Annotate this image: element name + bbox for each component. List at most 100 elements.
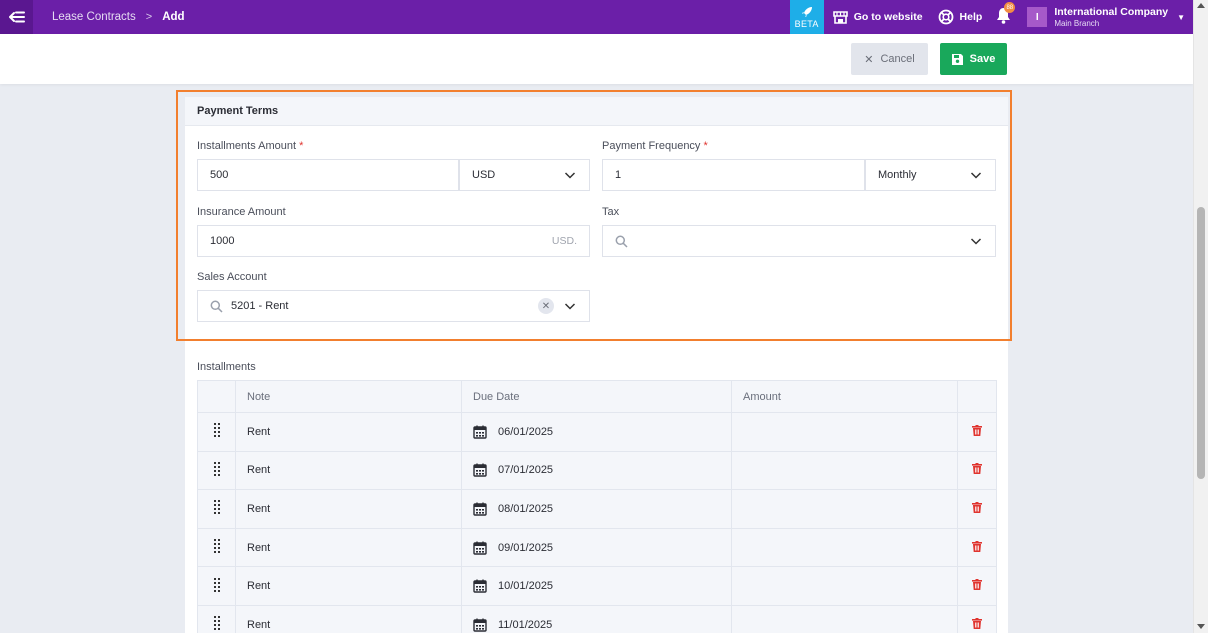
payment-frequency-label: Payment Frequency *	[602, 140, 708, 152]
scroll-up-arrow-icon[interactable]	[1197, 3, 1205, 8]
currency-suffix: USD.	[551, 235, 577, 247]
due-date-cell[interactable]: 07/01/2025	[461, 450, 732, 491]
section-title: Payment Terms	[185, 97, 1008, 126]
table-row: Rent 08/01/2025	[197, 489, 997, 529]
note-value: Rent	[247, 618, 271, 631]
currency-value: USD	[472, 169, 496, 181]
table-row: Rent 11/01/2025	[197, 604, 997, 633]
column-header-note: Note	[235, 380, 462, 413]
calendar-icon	[473, 618, 498, 632]
help-link[interactable]: Help	[938, 9, 982, 25]
drag-handle-icon[interactable]	[197, 566, 236, 606]
scrollbar-thumb[interactable]	[1197, 207, 1205, 479]
calendar-icon	[473, 579, 498, 593]
note-cell[interactable]: Rent	[235, 566, 462, 606]
drag-handle-icon[interactable]	[197, 450, 236, 491]
beta-button[interactable]: BETA	[789, 0, 824, 34]
trash-icon	[972, 540, 982, 555]
note-value: Rent	[247, 464, 271, 477]
breadcrumb-lease-contracts[interactable]: Lease Contracts	[52, 11, 136, 23]
chevron-down-icon	[564, 172, 576, 179]
delete-row-button[interactable]	[957, 450, 997, 491]
branch-name: Main Branch	[1054, 19, 1100, 28]
calendar-icon	[473, 425, 498, 439]
clear-selection-icon[interactable]: ✕	[538, 298, 554, 314]
due-date-cell[interactable]: 11/01/2025	[461, 604, 732, 633]
notifications-button[interactable]: 88	[996, 2, 1016, 27]
currency-select[interactable]: USD	[459, 159, 590, 191]
payment-frequency-input[interactable]: 1	[602, 159, 865, 191]
floppy-disk-icon	[951, 53, 963, 65]
tax-select[interactable]	[602, 225, 996, 257]
amount-cell[interactable]	[731, 527, 958, 568]
scroll-down-arrow-icon[interactable]	[1197, 624, 1205, 629]
due-date-cell[interactable]: 06/01/2025	[461, 412, 732, 452]
search-icon	[615, 235, 628, 248]
drag-handle-icon[interactable]	[197, 527, 236, 568]
installments-amount-value: 500	[210, 169, 229, 181]
amount-cell[interactable]	[731, 604, 958, 633]
delete-row-button[interactable]	[957, 527, 997, 568]
drag-handle-icon[interactable]	[197, 604, 236, 633]
save-button[interactable]: Save	[940, 43, 1007, 75]
due-date-value: 10/01/2025	[498, 580, 554, 593]
trash-icon	[972, 501, 982, 516]
delete-row-button[interactable]	[957, 489, 997, 529]
company-switcher[interactable]: I International Company Main Branch ▼	[1027, 6, 1185, 28]
sales-account-select[interactable]: 5201 - Rent ✕	[197, 290, 590, 322]
page-scrollbar[interactable]	[1193, 0, 1208, 633]
note-cell[interactable]: Rent	[235, 604, 462, 633]
table-row: Rent 07/01/2025	[197, 450, 997, 491]
delete-row-button[interactable]	[957, 412, 997, 452]
due-date-value: 06/01/2025	[498, 425, 554, 438]
insurance-amount-input[interactable]: 1000 USD.	[197, 225, 590, 257]
note-value: Rent	[247, 580, 271, 593]
due-date-value: 07/01/2025	[498, 464, 554, 477]
chevron-down-icon	[970, 238, 982, 245]
due-date-cell[interactable]: 10/01/2025	[461, 566, 732, 606]
installments-amount-input[interactable]: 500	[197, 159, 459, 191]
go-to-website-link[interactable]: Go to website	[832, 10, 923, 24]
breadcrumb: Lease Contracts > Add	[52, 11, 185, 23]
due-date-cell[interactable]: 08/01/2025	[461, 489, 732, 529]
note-cell[interactable]: Rent	[235, 489, 462, 529]
breadcrumb-separator: >	[145, 11, 153, 23]
drag-handle-icon[interactable]	[197, 489, 236, 529]
note-value: Rent	[247, 425, 271, 438]
storefront-icon	[832, 10, 848, 24]
sales-account-label: Sales Account	[197, 271, 267, 283]
chevron-down-icon	[564, 303, 576, 310]
menu-toggle-button[interactable]	[0, 0, 33, 34]
note-cell[interactable]: Rent	[235, 412, 462, 452]
amount-cell[interactable]	[731, 412, 958, 452]
rocket-icon	[801, 6, 812, 17]
frequency-period-select[interactable]: Monthly	[865, 159, 996, 191]
column-header-amount: Amount	[731, 380, 958, 413]
amount-cell[interactable]	[731, 566, 958, 606]
note-cell[interactable]: Rent	[235, 527, 462, 568]
payment-frequency-label-text: Payment Frequency	[602, 140, 701, 152]
notification-count-badge: 88	[1004, 2, 1016, 13]
due-date-cell[interactable]: 09/01/2025	[461, 527, 732, 568]
tax-label: Tax	[602, 206, 620, 218]
go-to-website-label: Go to website	[853, 11, 923, 23]
column-header-due-date: Due Date	[461, 380, 732, 413]
note-cell[interactable]: Rent	[235, 450, 462, 491]
table-row: Rent 06/01/2025	[197, 412, 997, 452]
frequency-period-value: Monthly	[878, 169, 917, 181]
installments-amount-label: Installments Amount *	[197, 140, 303, 152]
calendar-icon	[473, 502, 498, 516]
drag-column-header	[197, 380, 236, 413]
cancel-button[interactable]: ✕ Cancel	[851, 43, 928, 75]
trash-icon	[972, 463, 982, 477]
amount-cell[interactable]	[731, 450, 958, 491]
table-row: Rent 09/01/2025	[197, 527, 997, 568]
drag-handle-icon[interactable]	[197, 412, 236, 452]
menu-collapse-icon	[8, 11, 25, 23]
trash-icon	[972, 617, 982, 632]
amount-cell[interactable]	[731, 489, 958, 529]
lifebuoy-icon	[938, 9, 953, 25]
search-icon	[210, 300, 223, 313]
delete-row-button[interactable]	[957, 604, 997, 633]
delete-row-button[interactable]	[957, 566, 997, 606]
